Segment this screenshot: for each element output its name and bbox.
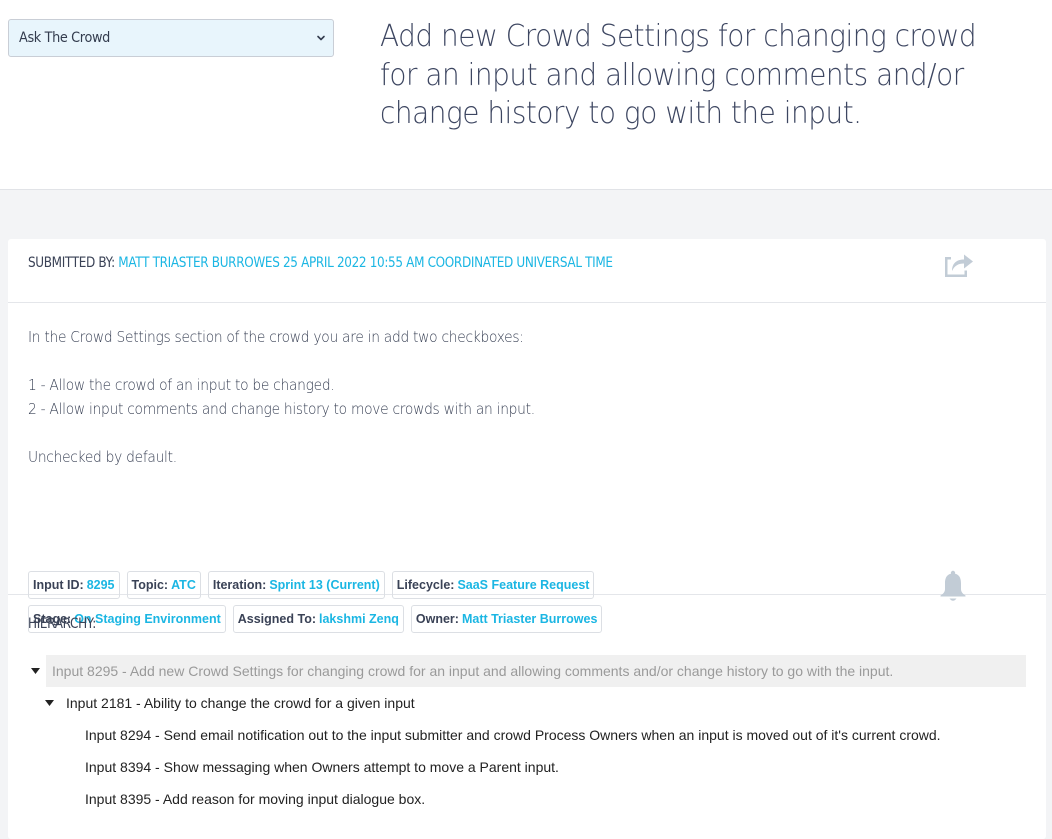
tag-value[interactable]: SaaS Feature Request <box>457 578 589 592</box>
hierarchy-item-text[interactable]: Input 8295 - Add new Crowd Settings for … <box>46 655 1026 687</box>
tag-value[interactable]: Sprint 13 (Current) <box>269 578 379 592</box>
tag-label: Lifecycle: <box>396 578 455 592</box>
hierarchy-item-text[interactable]: Input 8294 - Send email notification out… <box>79 719 947 751</box>
description-line <box>28 349 535 373</box>
chevron-down-icon <box>317 35 325 41</box>
crowd-select[interactable]: Ask The Crowd <box>8 19 334 57</box>
hierarchy-item-text[interactable]: Input 8395 - Add reason for moving input… <box>79 783 431 815</box>
tag-value[interactable]: 8295 <box>87 578 115 592</box>
input-detail-card: SUBMITTED BY: MATT TRIASTER BURROWES 25 … <box>8 239 1046 839</box>
description-line: 1 - Allow the crowd of an input to be ch… <box>28 376 335 394</box>
description-line: Unchecked by default. <box>28 448 177 466</box>
hierarchy-item[interactable]: Input 8395 - Add reason for moving input… <box>28 783 1026 815</box>
caret-down-icon[interactable] <box>31 668 40 674</box>
description-line: In the Crowd Settings section of the cro… <box>28 328 524 346</box>
crowd-select-value: Ask The Crowd <box>19 30 110 46</box>
top-header: Ask The Crowd Add new Crowd Settings for… <box>0 0 1052 190</box>
submitted-by-section: SUBMITTED BY: MATT TRIASTER BURROWES 25 … <box>8 239 1046 303</box>
share-icon[interactable] <box>942 249 976 279</box>
tag-label: Input ID: <box>33 578 84 592</box>
submitted-by-line: SUBMITTED BY: MATT TRIASTER BURROWES 25 … <box>28 255 613 271</box>
description-line: 2 - Allow input comments and change hist… <box>28 400 535 418</box>
tag-value[interactable]: ATC <box>171 578 196 592</box>
hierarchy-section: HIERARCHY: Input 8295 - Add new Crowd Se… <box>8 595 1046 835</box>
hierarchy-title: HIERARCHY: <box>28 616 96 632</box>
tag-label: Iteration: <box>212 578 267 592</box>
description-line <box>28 421 535 445</box>
description-section: In the Crowd Settings section of the cro… <box>8 303 1046 633</box>
hierarchy-item[interactable]: Input 2181 - Ability to change the crowd… <box>28 687 1026 719</box>
page-title: Add new Crowd Settings for changing crow… <box>380 19 977 131</box>
hierarchy-item-text[interactable]: Input 2181 - Ability to change the crowd… <box>60 687 421 719</box>
hierarchy-item-text[interactable]: Input 8394 - Show messaging when Owners … <box>79 751 565 783</box>
hierarchy-tree: Input 8295 - Add new Crowd Settings for … <box>28 655 1026 815</box>
hierarchy-item[interactable]: Input 8294 - Send email notification out… <box>28 719 1026 751</box>
hierarchy-item[interactable]: Input 8394 - Show messaging when Owners … <box>28 751 1026 783</box>
submitted-by-value[interactable]: MATT TRIASTER BURROWES 25 APRIL 2022 10:… <box>118 255 613 271</box>
caret-down-icon[interactable] <box>45 700 54 706</box>
submitted-by-label: SUBMITTED BY: <box>28 255 115 271</box>
description-text: In the Crowd Settings section of the cro… <box>28 325 535 469</box>
tag-label: Topic: <box>131 578 169 592</box>
hierarchy-item[interactable]: Input 8295 - Add new Crowd Settings for … <box>28 655 1026 687</box>
